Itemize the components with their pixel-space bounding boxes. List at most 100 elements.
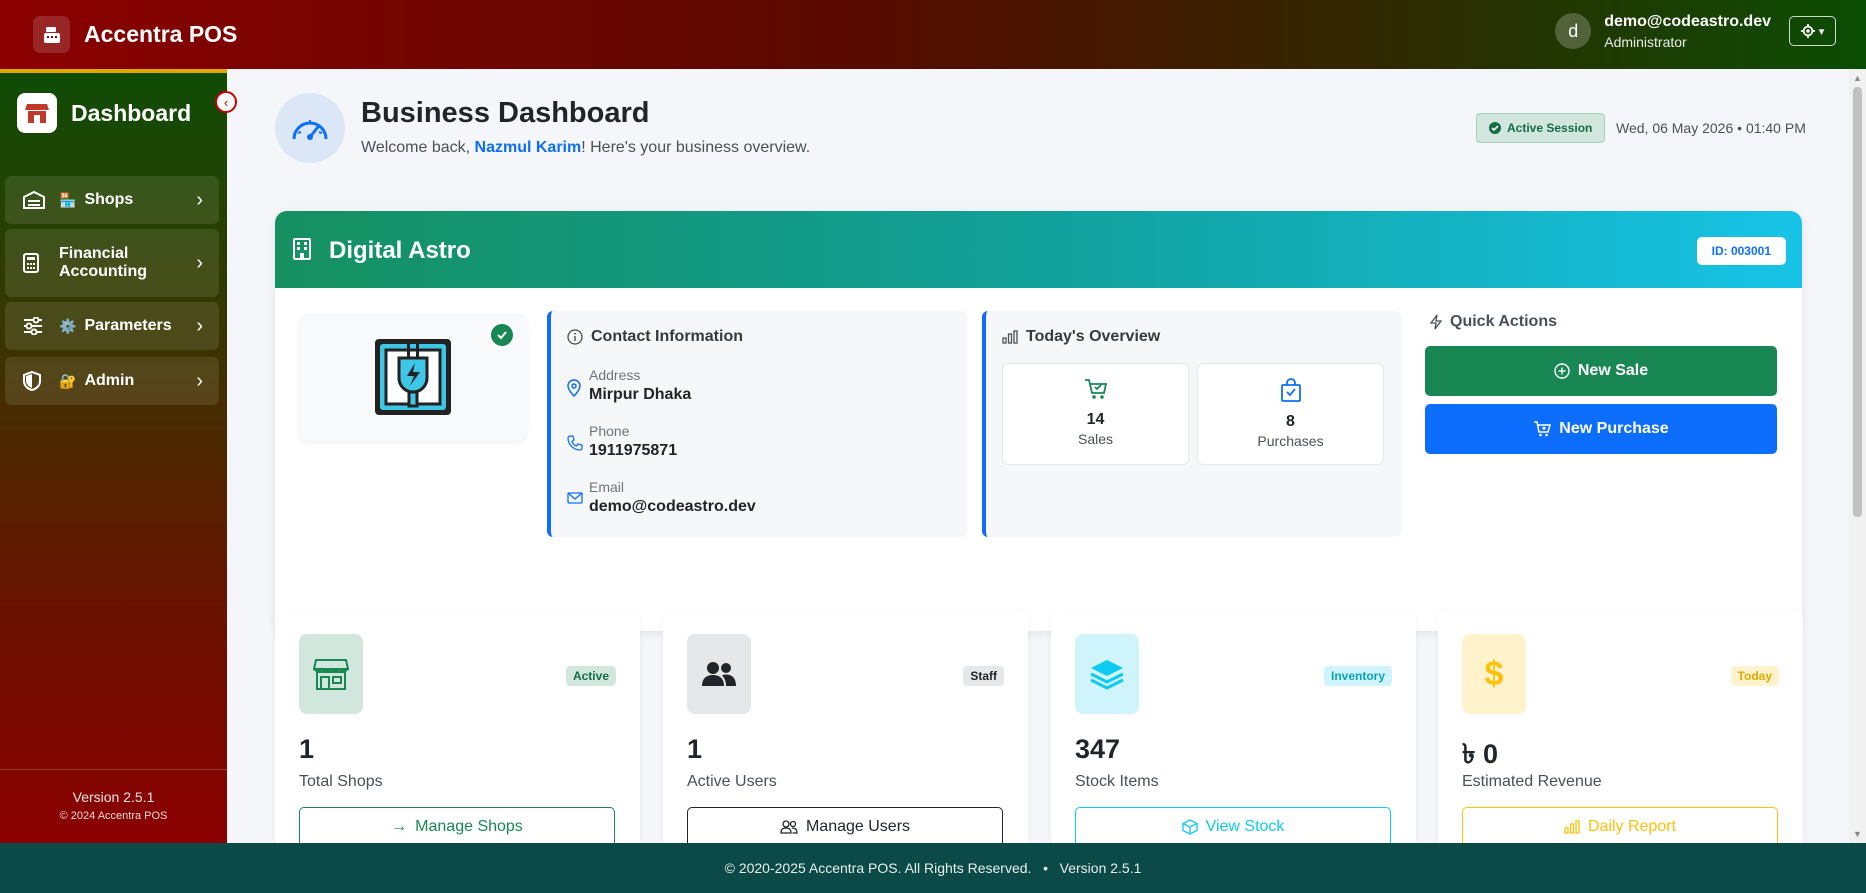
view-stock-button[interactable]: View Stock xyxy=(1075,807,1391,843)
user-menu: d demo@codeastro.dev Administrator ▾ xyxy=(1555,12,1836,51)
quick-actions-label: Quick Actions xyxy=(1450,313,1557,330)
stock-items-value: 347 xyxy=(1075,734,1121,764)
sliders-icon xyxy=(23,317,49,335)
status-badge: Active xyxy=(565,666,616,686)
purchases-count: 8 xyxy=(1286,413,1295,430)
sidebar-item-parameters[interactable]: ⚙️ Parameters › xyxy=(5,302,219,350)
plus-circle-icon xyxy=(1554,363,1570,379)
footer-text: © 2020-2025 Accentra POS. All Rights Res… xyxy=(724,860,1142,876)
current-datetime: Wed, 06 May 2026 • 01:40 PM xyxy=(1616,120,1806,136)
warehouse-icon xyxy=(23,191,49,209)
contact-address: Address Mirpur Dhaka xyxy=(567,367,691,404)
sidebar-item-admin[interactable]: 🔐 Admin › xyxy=(5,357,219,405)
chevron-left-icon: ‹ xyxy=(223,94,229,110)
sales-overview-box[interactable]: 14 Sales xyxy=(1002,363,1189,465)
sidebar-header[interactable]: Dashboard xyxy=(17,93,191,133)
total-shops-value: 1 xyxy=(299,734,315,764)
cart-plus-icon xyxy=(1534,421,1552,437)
main-scrollbar[interactable]: ▲ ▼ xyxy=(1849,69,1866,843)
contact-title: Contact Information xyxy=(567,328,743,346)
manage-shops-label: Manage Shops xyxy=(415,818,523,835)
chevron-right-icon: › xyxy=(196,188,203,211)
daily-report-button[interactable]: Daily Report xyxy=(1462,807,1778,843)
verified-check-icon xyxy=(488,321,516,349)
new-purchase-button[interactable]: New Purchase xyxy=(1425,404,1777,454)
brand[interactable]: Accentra POS xyxy=(33,16,237,53)
sidebar-item-label: Shops xyxy=(84,190,134,208)
shop-emoji-icon: 🏪 xyxy=(59,191,77,208)
new-sale-label: New Sale xyxy=(1577,362,1649,379)
new-purchase-label: New Purchase xyxy=(1559,420,1669,437)
people-icon xyxy=(780,820,798,834)
phone-label: Phone xyxy=(589,423,630,439)
active-users-label: Active Users xyxy=(687,773,777,790)
overview-title: Today's Overview xyxy=(1002,328,1160,346)
manage-users-button[interactable]: Manage Users xyxy=(687,807,1003,843)
todays-overview-panel: Today's Overview 14 Sales 8 Purchases xyxy=(982,311,1402,537)
business-id-badge: ID: 003001 xyxy=(1696,237,1786,265)
map-pin-icon xyxy=(567,379,589,404)
arrow-right-icon: → xyxy=(391,818,408,835)
box-icon xyxy=(1181,819,1198,835)
avatar[interactable]: d xyxy=(1555,13,1592,50)
business-card: Digital Astro ID: 003001 Contact Informa xyxy=(275,211,1802,631)
info-circle-icon xyxy=(567,329,583,345)
welcome-prefix: Welcome back, xyxy=(361,139,475,156)
bag-check-icon xyxy=(1198,378,1383,407)
cash-register-icon xyxy=(33,16,70,53)
quick-actions-title: Quick Actions xyxy=(1430,313,1557,331)
check-circle-icon xyxy=(1489,122,1501,134)
sidebar-item-label: Financial Accounting xyxy=(59,244,147,280)
stock-items-label: Stock Items xyxy=(1075,773,1159,790)
scroll-up-icon[interactable]: ▲ xyxy=(1853,73,1862,83)
cart-check-icon xyxy=(1003,378,1188,405)
purchases-overview-box[interactable]: 8 Purchases xyxy=(1197,363,1384,465)
sales-count: 14 xyxy=(1086,411,1105,428)
business-card-header: Digital Astro ID: 003001 xyxy=(275,211,1802,288)
purchases-label: Purchases xyxy=(1257,433,1324,449)
status-badge: Today xyxy=(1730,666,1779,686)
scrollbar-thumb[interactable] xyxy=(1853,87,1862,517)
bar-chart-icon xyxy=(1002,330,1018,344)
active-session-badge: Active Session xyxy=(1476,113,1606,143)
sidebar-item-shops[interactable]: 🏪 Shops › xyxy=(5,176,219,224)
speedometer-icon xyxy=(275,93,345,163)
sidebar-item-label: Admin xyxy=(84,371,135,389)
stat-card-total-shops: Active 1 Total Shops → Manage Shops xyxy=(275,610,640,843)
top-navbar: Accentra POS d demo@codeastro.dev Admini… xyxy=(0,0,1866,69)
total-shops-label: Total Shops xyxy=(299,773,383,790)
caret-down-icon: ▾ xyxy=(1818,25,1825,38)
scroll-down-icon[interactable]: ▼ xyxy=(1853,829,1862,839)
phone-value: 1911975871 xyxy=(589,442,678,459)
stat-card-active-users: Staff 1 Active Users Manage Users xyxy=(663,610,1028,843)
main-content: Business Dashboard Welcome back, Nazmul … xyxy=(227,69,1849,843)
email-label: Email xyxy=(589,479,625,495)
welcome-suffix: ! Here's your business overview. xyxy=(581,139,811,156)
welcome-message: Welcome back, Nazmul Karim! Here's your … xyxy=(361,139,810,157)
phone-icon xyxy=(567,435,589,460)
dollar-icon: $ xyxy=(1462,634,1526,714)
calculator-icon xyxy=(23,253,49,273)
sidebar-version: Version 2.5.1 xyxy=(72,789,155,805)
new-sale-button[interactable]: New Sale xyxy=(1425,346,1777,396)
chevron-right-icon: › xyxy=(196,369,203,392)
sidebar-item-financial-accounting[interactable]: Financial Accounting › xyxy=(5,229,219,297)
user-name: Nazmul Karim xyxy=(474,139,582,156)
layers-icon xyxy=(1075,634,1139,714)
chevron-right-icon: › xyxy=(196,314,203,337)
gear-emoji-icon: ⚙️ xyxy=(59,317,77,334)
settings-dropdown-button[interactable]: ▾ xyxy=(1789,16,1836,47)
sidebar-collapse-button[interactable]: ‹ xyxy=(215,91,237,113)
sidebar-title: Dashboard xyxy=(71,99,192,126)
contact-email: Email demo@codeastro.dev xyxy=(567,479,756,516)
view-stock-label: View Stock xyxy=(1205,818,1285,835)
lock-emoji-icon: 🔐 xyxy=(59,372,77,389)
page-footer: © 2020-2025 Accentra POS. All Rights Res… xyxy=(0,843,1866,893)
manage-shops-button[interactable]: → Manage Shops xyxy=(299,807,615,843)
manage-users-label: Manage Users xyxy=(805,818,911,835)
status-badge: Staff xyxy=(963,666,1004,686)
gear-icon xyxy=(1800,24,1815,39)
shop-icon xyxy=(299,634,363,714)
sidebar-accent-line xyxy=(0,69,227,73)
estimated-revenue-label: Estimated Revenue xyxy=(1462,773,1602,790)
